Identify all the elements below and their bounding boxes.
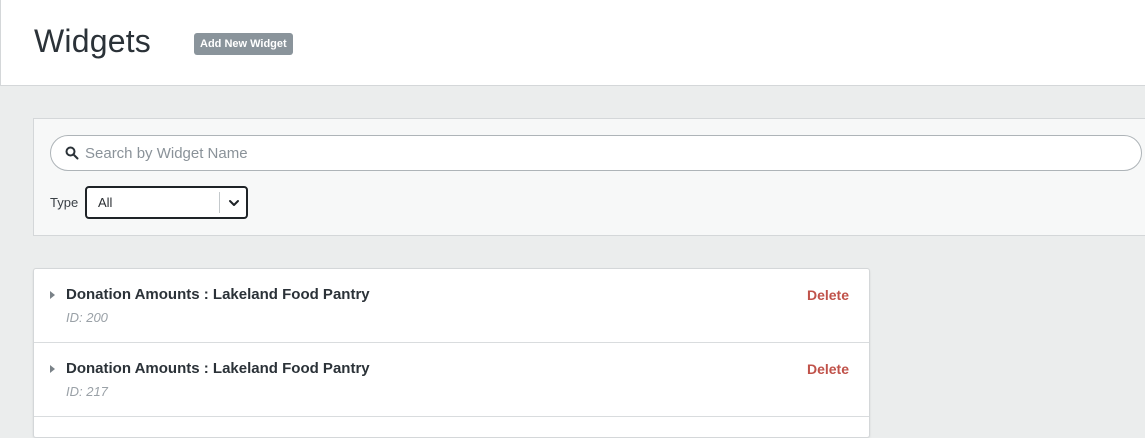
list-item[interactable]: Donation Amounts : Lakeland Food Pantry … — [34, 269, 869, 343]
widget-list: Donation Amounts : Lakeland Food Pantry … — [33, 268, 870, 438]
widget-name: Donation Amounts : Lakeland Food Pantry — [66, 286, 370, 303]
page-header: Widgets Add New Widget — [0, 0, 1145, 86]
add-new-widget-button[interactable]: Add New Widget — [194, 33, 293, 55]
filter-panel: Type All — [33, 118, 1145, 236]
caret-right-icon[interactable] — [49, 290, 57, 300]
widget-id: ID: 217 — [66, 384, 108, 399]
type-select[interactable]: All — [85, 186, 248, 219]
delete-button[interactable]: Delete — [807, 361, 849, 377]
page-title: Widgets — [34, 23, 151, 59]
search-input[interactable] — [85, 136, 1125, 170]
caret-right-icon[interactable] — [49, 364, 57, 374]
chevron-down-icon[interactable] — [227, 196, 241, 210]
search-icon — [65, 146, 79, 160]
widget-id: ID: 200 — [66, 310, 108, 325]
delete-button[interactable]: Delete — [807, 287, 849, 303]
select-divider — [219, 192, 220, 213]
widget-name: Donation Amounts : Lakeland Food Pantry — [66, 360, 370, 377]
type-label: Type — [50, 195, 79, 210]
list-item[interactable]: Donation Amounts : Lakeland Food Pantry … — [34, 343, 869, 417]
type-selected-value: All — [98, 195, 113, 210]
search-box[interactable] — [50, 135, 1142, 171]
